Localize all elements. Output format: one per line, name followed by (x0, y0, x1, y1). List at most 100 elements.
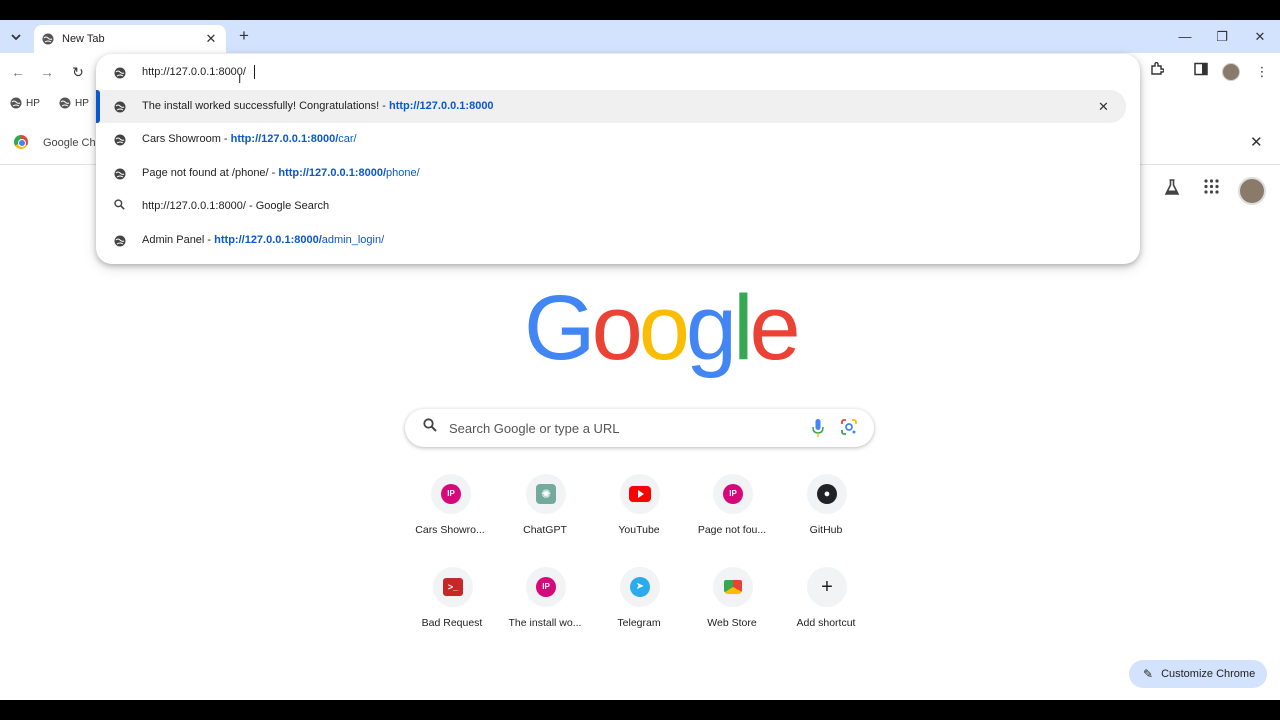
shortcut-chatgpt[interactable]: ✺ ChatGPT (495, 474, 595, 560)
suggestion-url-rest: phone/ (386, 167, 420, 179)
suggestion-admin-panel[interactable]: Admin Panel - http://127.0.0.1:8000/admi… (96, 224, 1126, 257)
suggestion-page-not-found[interactable]: Page not found at /phone/ - http://127.0… (96, 157, 1126, 190)
suggestion-text: The install worked successfully! Congrat… (142, 100, 494, 112)
plus-icon: + (821, 576, 833, 598)
globe-icon (10, 97, 22, 109)
shortcut-youtube[interactable]: YouTube (589, 474, 689, 560)
shortcut-add[interactable]: + Add shortcut (776, 567, 876, 653)
logo-letter: o (638, 277, 690, 379)
account-avatar[interactable] (1238, 177, 1266, 205)
webstore-icon (724, 580, 742, 594)
tab-search-button[interactable] (6, 27, 26, 47)
suggestion-text: Page not found at /phone/ - http://127.0… (142, 167, 420, 179)
search-icon (114, 199, 125, 213)
pencil-icon: ✎ (1143, 667, 1154, 681)
shortcut-label: Add shortcut (796, 617, 856, 629)
apps-grid-icon[interactable] (1204, 179, 1219, 198)
bookmark-hp-1[interactable]: HP (10, 97, 40, 109)
github-icon: ● (817, 484, 837, 504)
shortcut-label: The install wo... (508, 617, 582, 629)
suggestion-cars-showroom[interactable]: Cars Showroom - http://127.0.0.1:8000/ca… (96, 123, 1126, 156)
restore-icon[interactable]: ❐ (1211, 26, 1233, 48)
ip-favicon-icon: IP (536, 577, 556, 597)
ntp-search-input[interactable] (449, 417, 799, 439)
shortcut-tile (713, 567, 753, 607)
suggestion-title: Admin Panel - (142, 234, 215, 246)
suggestion-install-worked[interactable]: The install worked successfully! Congrat… (96, 90, 1126, 123)
info-bar-text: Google Ch (43, 137, 96, 149)
shortcut-web-store[interactable]: Web Store (682, 567, 782, 653)
shortcut-install-worked[interactable]: IP The install wo... (495, 567, 595, 653)
microphone-icon[interactable] (811, 418, 825, 438)
suggestion-google-search[interactable]: http://127.0.0.1:8000/ - Google Search (96, 190, 1126, 223)
terminal-icon: >_ (443, 578, 463, 596)
shortcut-tile: IP (526, 567, 566, 607)
bookmark-hp-2[interactable]: HP (59, 97, 89, 109)
shortcut-tile: IP (713, 474, 753, 514)
shortcut-tile: IP (431, 474, 471, 514)
shortcut-label: Telegram (617, 617, 661, 629)
google-logo: Google (524, 277, 801, 379)
suggestion-text: Admin Panel - http://127.0.0.1:8000/admi… (142, 234, 384, 246)
tab-close-icon[interactable]: ✕ (204, 31, 218, 47)
close-window-icon[interactable]: ✕ (1249, 26, 1271, 48)
shortcut-telegram[interactable]: ➤ Telegram (589, 567, 689, 653)
suggestion-url-rest: admin_login/ (321, 234, 385, 246)
globe-icon (114, 235, 126, 247)
reload-icon[interactable]: ↻ (68, 62, 88, 82)
shortcut-label: ChatGPT (523, 524, 567, 536)
suggestion-url-bold: http://127.0.0.1:8000/ (278, 167, 386, 179)
kebab-menu-icon[interactable]: ⋮ (1252, 62, 1272, 82)
profile-avatar[interactable] (1221, 62, 1241, 82)
new-tab-plus-icon[interactable]: + (234, 25, 254, 47)
minimize-icon[interactable]: — (1174, 26, 1196, 48)
logo-letter: g (685, 277, 737, 379)
side-panel-icon[interactable] (1191, 62, 1211, 82)
labs-flask-icon[interactable] (1164, 179, 1180, 200)
shortcut-github[interactable]: ● GitHub (776, 474, 876, 560)
logo-letter: l (733, 277, 754, 379)
suggestion-url: http://127.0.0.1:8000/car/ (231, 133, 357, 145)
shortcut-bad-request[interactable]: >_ Bad Request (402, 567, 502, 653)
remove-suggestion-icon[interactable]: ✕ (1098, 99, 1109, 115)
logo-letter: o (591, 277, 643, 379)
chrome-logo-icon (14, 135, 28, 149)
info-bar-close-icon[interactable]: ✕ (1250, 133, 1263, 151)
globe-icon (42, 33, 54, 45)
omnibox-dropdown: http://127.0.0.1:8000/ I The install wor… (96, 54, 1140, 264)
browser-window: New Tab ✕ + — ❐ ✕ ← → ↻ ⋮ HP HP Google C… (0, 20, 1280, 700)
forward-arrow-icon[interactable]: → (37, 62, 57, 82)
shortcut-tile: >_ (433, 567, 473, 607)
tab-title: New Tab (62, 33, 105, 45)
shortcut-page-not-found[interactable]: IP Page not fou... (682, 474, 782, 560)
shortcut-cars-showroom[interactable]: IP Cars Showro... (400, 474, 500, 560)
suggestion-url: http://127.0.0.1:8000/phone/ (278, 167, 419, 179)
suggestion-title: Page not found at /phone/ - (142, 167, 279, 179)
tab-strip: New Tab ✕ + — ❐ ✕ (0, 20, 1280, 53)
customize-chrome-button[interactable]: ✎ Customize Chrome (1129, 660, 1267, 688)
customize-chrome-label: Customize Chrome (1161, 668, 1256, 680)
tab-new-tab[interactable]: New Tab ✕ (34, 25, 226, 53)
logo-letter: e (749, 277, 801, 379)
ntp-search-box (405, 409, 874, 447)
text-caret (254, 65, 255, 79)
suggestion-url: http://127.0.0.1:8000 (389, 100, 494, 112)
suggestion-title: Cars Showroom - (142, 133, 231, 145)
suggestion-url-bold: http://127.0.0.1:8000/ (214, 234, 322, 246)
shortcut-label: YouTube (618, 524, 660, 536)
chevron-down-icon (11, 34, 21, 41)
bookmark-label: HP (75, 97, 89, 109)
logo-letter: G (524, 277, 596, 379)
shortcut-label: GitHub (809, 524, 843, 536)
shortcut-label: Web Store (707, 617, 757, 629)
suggestion-title: http://127.0.0.1:8000/ - Google Search (142, 200, 330, 212)
youtube-icon (629, 486, 651, 502)
extensions-puzzle-icon[interactable] (1147, 61, 1167, 82)
shortcut-label: Cars Showro... (415, 524, 485, 536)
shortcut-label: Page not fou... (697, 524, 767, 536)
suggestion-url-bold: http://127.0.0.1:8000/ (230, 133, 339, 145)
back-arrow-icon[interactable]: ← (8, 62, 28, 82)
google-lens-icon[interactable] (841, 419, 857, 435)
chatgpt-icon: ✺ (536, 484, 556, 504)
address-bar[interactable]: http://127.0.0.1:8000/ I (96, 54, 1140, 90)
